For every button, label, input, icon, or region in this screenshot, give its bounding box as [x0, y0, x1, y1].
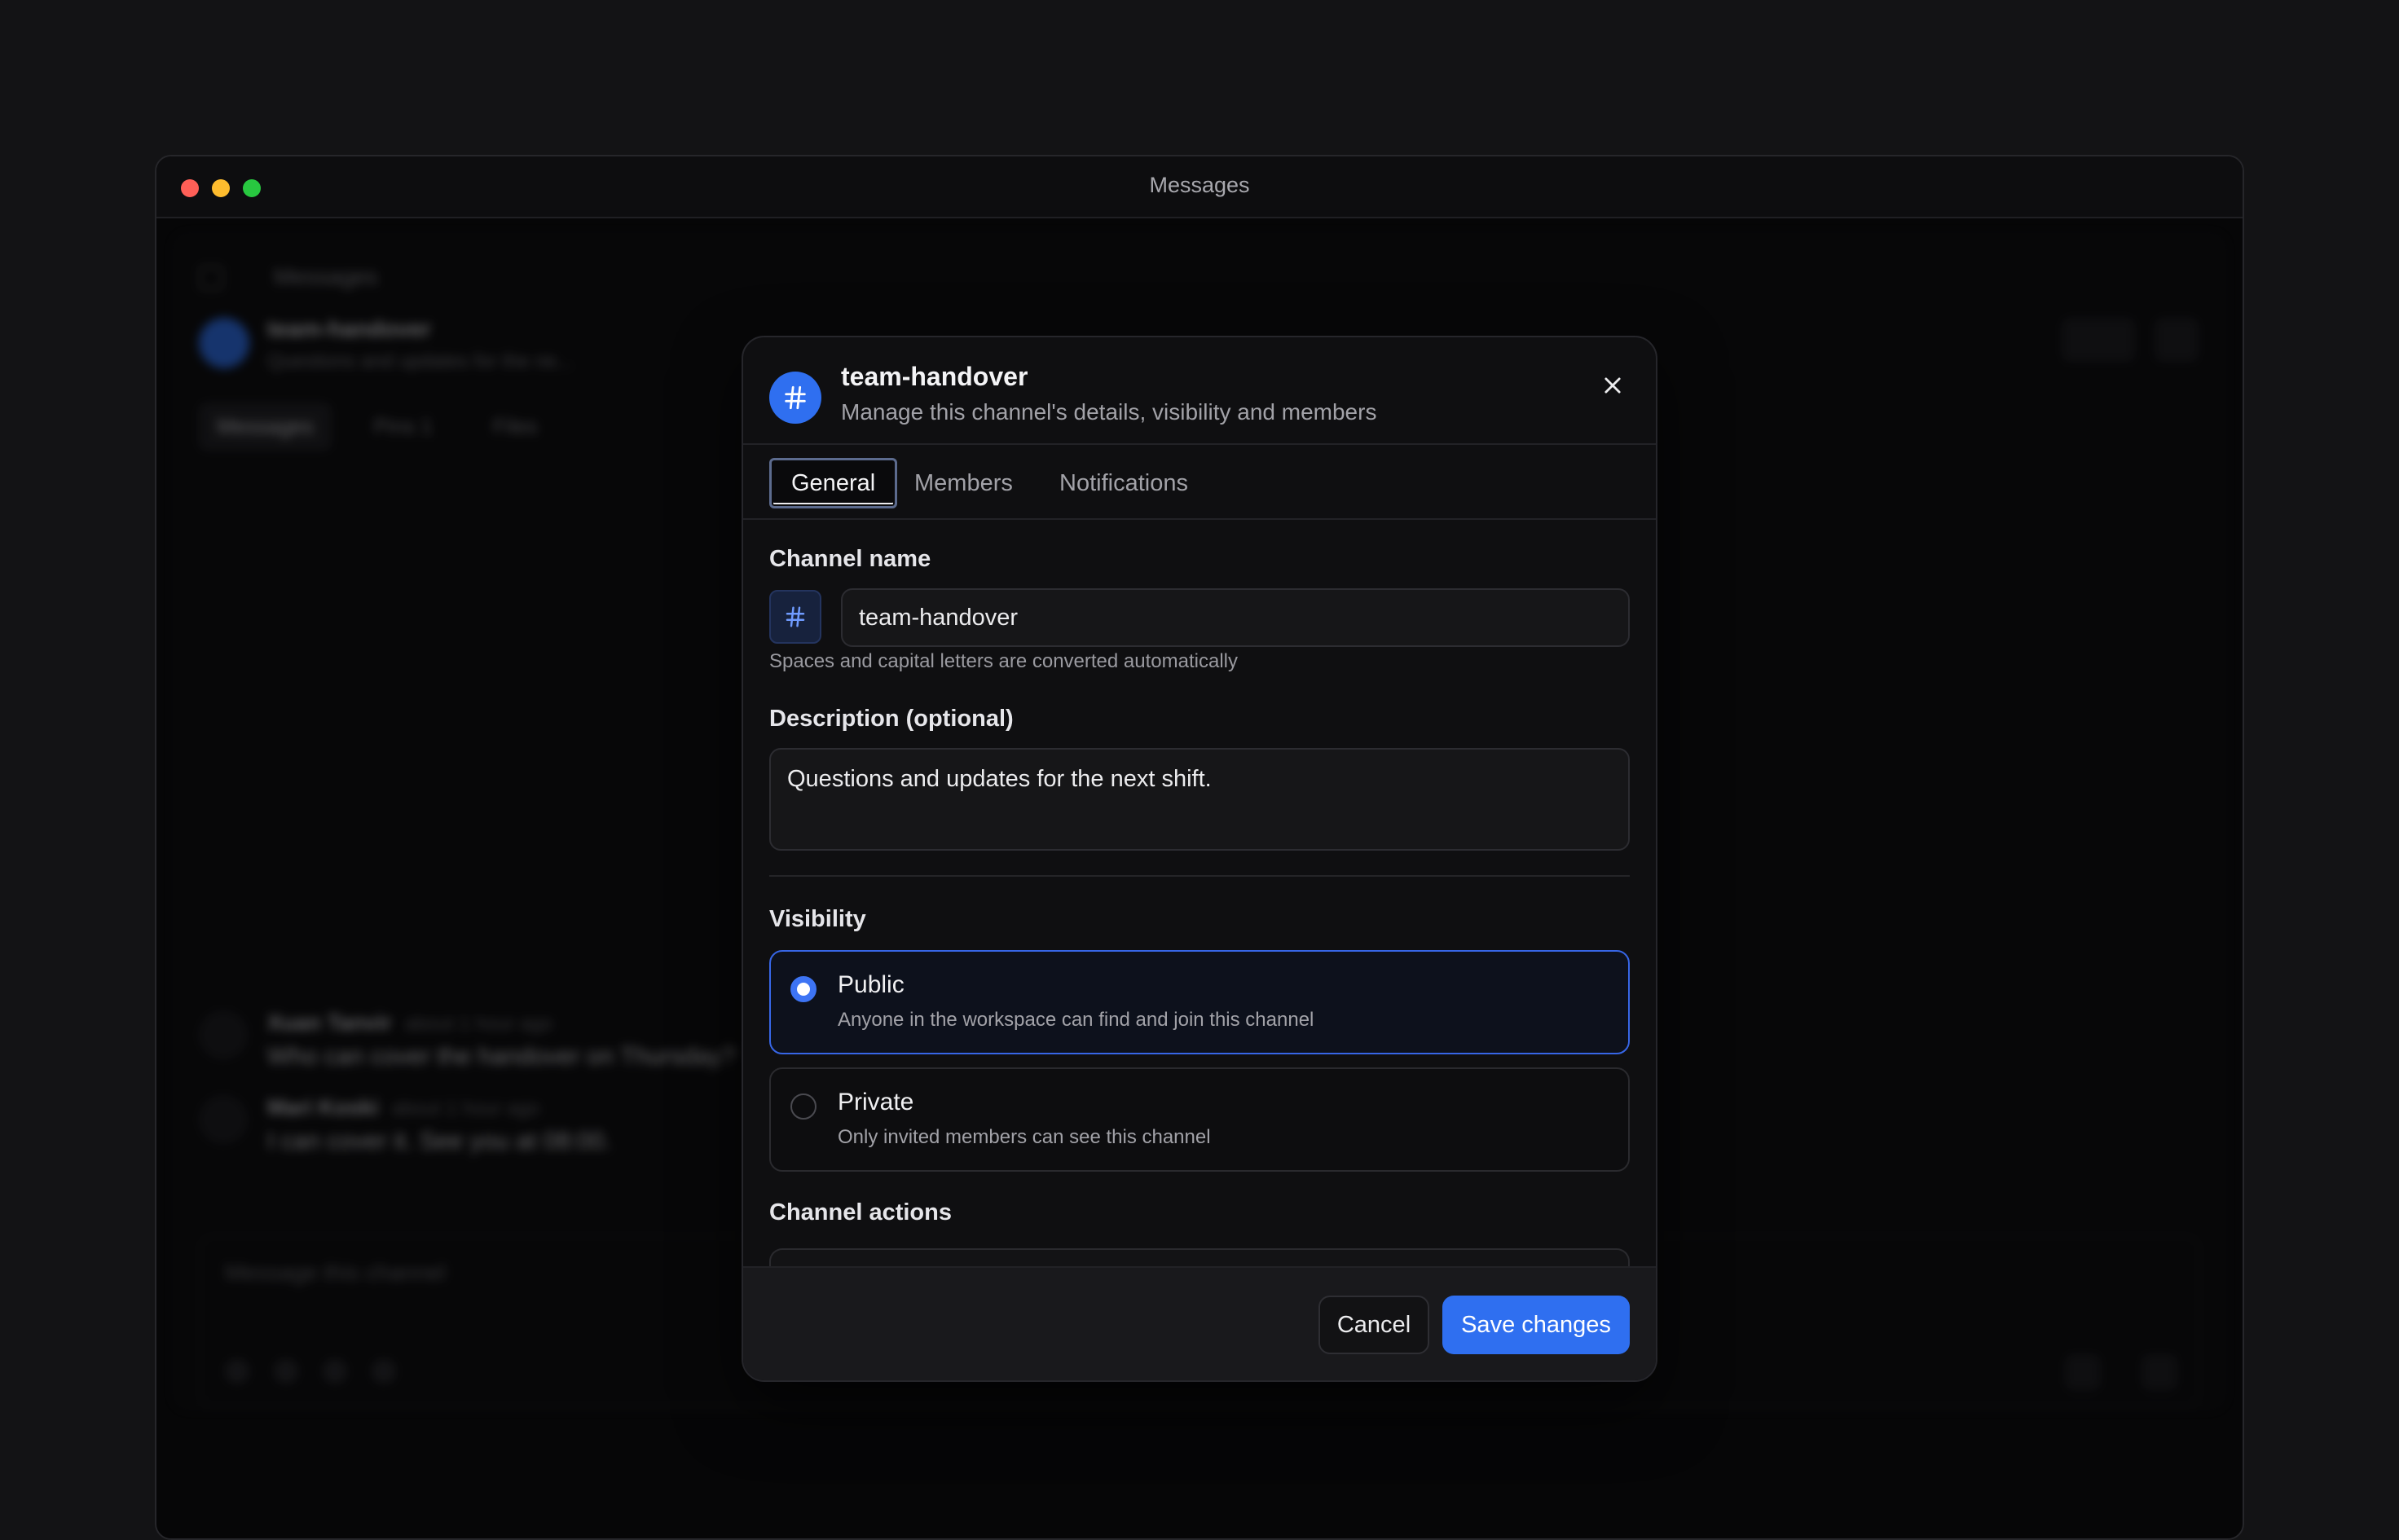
option-title: Public: [838, 971, 905, 998]
visibility-option-public[interactable]: Public Anyone in the workspace can find …: [769, 950, 1630, 1054]
visibility-option-private[interactable]: Private Only invited members can see thi…: [769, 1067, 1630, 1172]
window-title: Messages: [1149, 173, 1250, 197]
tab-general[interactable]: General: [769, 458, 898, 508]
channel-settings-dialog: team-handover Manage this channel's deta…: [742, 336, 1657, 1382]
dialog-subtitle: Manage this channel's details, visibilit…: [841, 399, 1377, 425]
save-changes-button[interactable]: Save changes: [1442, 1296, 1630, 1354]
channel-name-input[interactable]: team-handover: [841, 588, 1630, 647]
hash-icon: [769, 372, 821, 424]
section-divider: [769, 875, 1630, 877]
dialog-footer: Cancel Save changes: [743, 1266, 1656, 1380]
channel-name-hint: Spaces and capital letters are converted…: [769, 650, 1238, 672]
dialog-header: team-handover Manage this channel's deta…: [743, 337, 1656, 445]
channel-prefix-hash-icon: [769, 590, 821, 644]
description-textarea[interactable]: Questions and updates for the next shift…: [769, 748, 1630, 851]
option-description: Only invited members can see this channe…: [838, 1126, 1211, 1148]
dialog-title: team-handover: [841, 362, 1028, 391]
radio-button[interactable]: [790, 976, 817, 1002]
option-title: Private: [838, 1089, 914, 1115]
channel-actions-label: Channel actions: [769, 1199, 952, 1225]
title-bar: Messages: [156, 156, 2243, 218]
tab-notifications[interactable]: Notifications: [1040, 458, 1208, 508]
radio-button[interactable]: [790, 1093, 817, 1120]
visibility-label: Visibility: [769, 906, 866, 932]
tab-members[interactable]: Members: [895, 458, 1032, 508]
cancel-button[interactable]: Cancel: [1318, 1296, 1429, 1354]
close-icon[interactable]: [1592, 365, 1633, 406]
dialog-tabs: General Members Notifications: [743, 445, 1656, 520]
channel-name-label: Channel name: [769, 546, 931, 572]
description-label: Description (optional): [769, 706, 1014, 732]
option-description: Anyone in the workspace can find and joi…: [838, 1009, 1314, 1031]
